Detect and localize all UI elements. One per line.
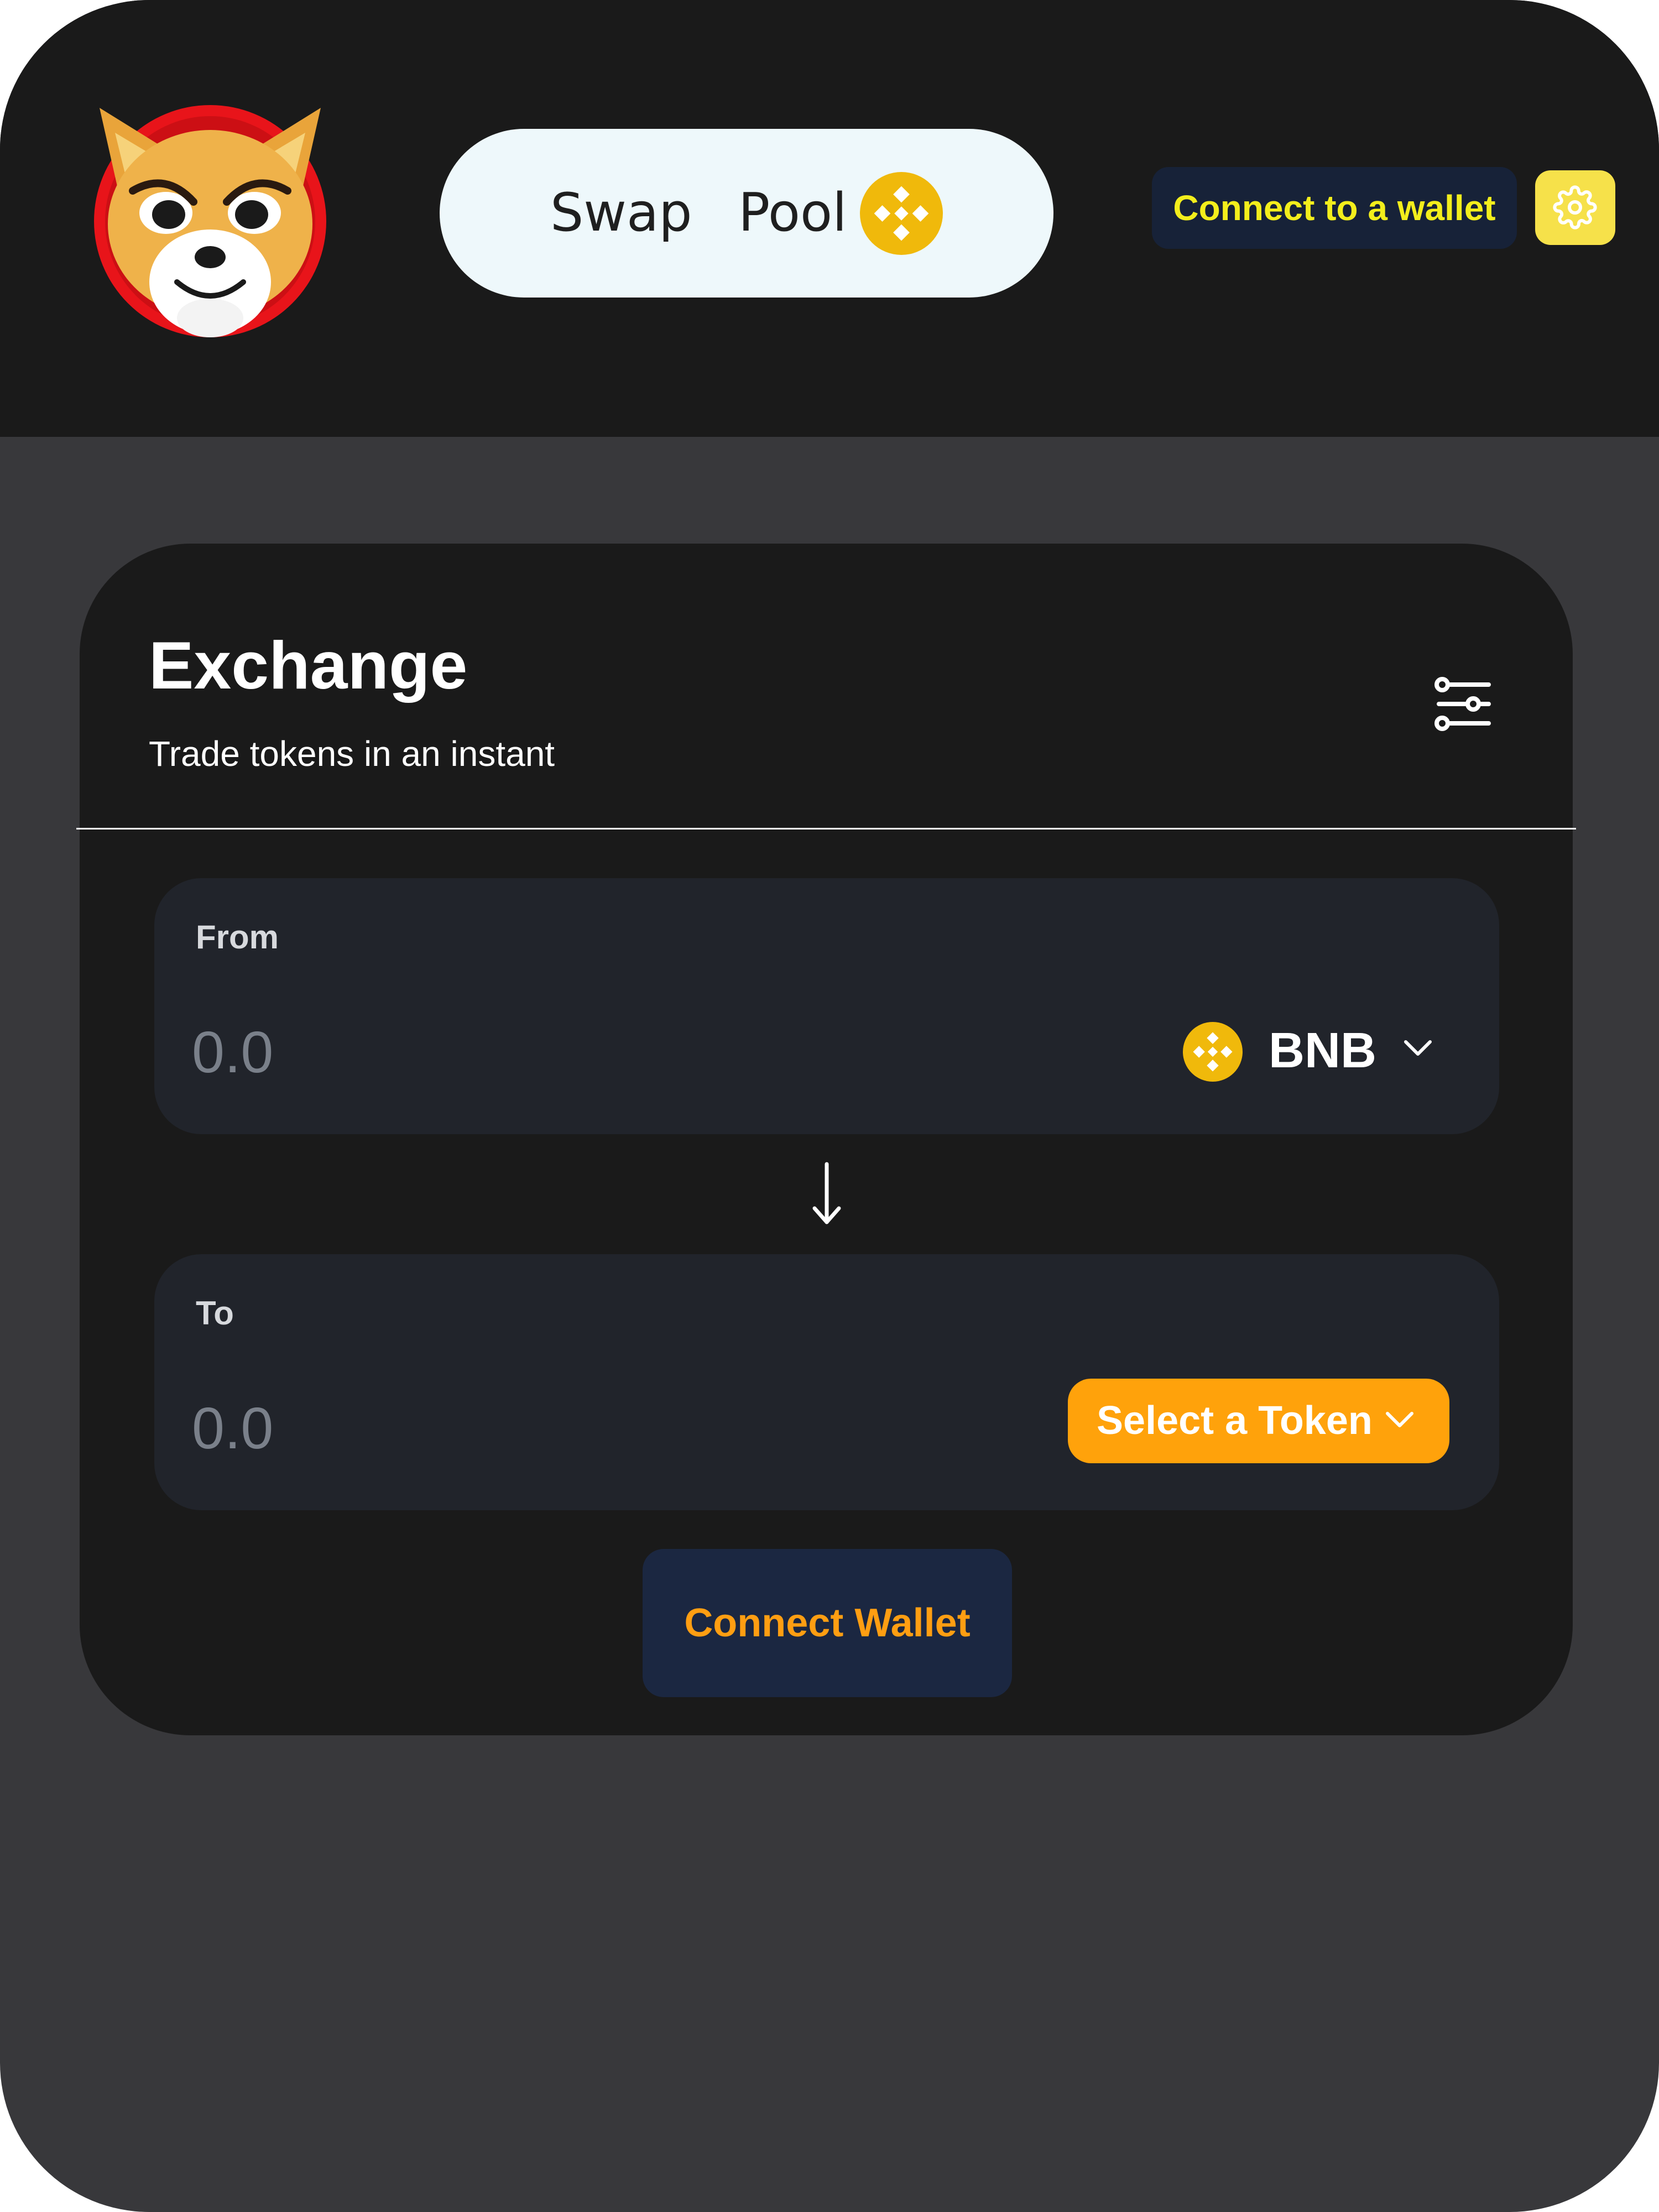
nav-pill: Swap Pool xyxy=(440,129,1053,298)
bnb-icon[interactable] xyxy=(860,172,943,255)
from-panel: From BNB xyxy=(154,878,1499,1134)
exchange-title: Exchange xyxy=(149,628,468,703)
from-label: From xyxy=(196,919,279,956)
gear-icon xyxy=(1553,185,1597,229)
from-token-selector[interactable]: BNB xyxy=(1183,1011,1448,1091)
chevron-down-icon xyxy=(1386,1412,1413,1427)
settings-button[interactable] xyxy=(1535,170,1615,245)
from-amount-input[interactable] xyxy=(192,1019,690,1086)
divider xyxy=(76,828,1576,830)
to-panel: To Select a Token xyxy=(154,1254,1499,1510)
from-token-symbol: BNB xyxy=(1269,1023,1376,1078)
connect-wallet-button[interactable]: Connect Wallet xyxy=(643,1549,1012,1697)
to-amount-input[interactable] xyxy=(192,1395,690,1462)
app-window: Swap Pool Connect to a wallet Exchange T… xyxy=(0,0,1659,2212)
connect-to-wallet-button[interactable]: Connect to a wallet xyxy=(1152,167,1517,249)
top-bar: Swap Pool Connect to a wallet xyxy=(0,0,1659,437)
chevron-down-icon xyxy=(1404,1040,1432,1056)
exchange-card: Exchange Trade tokens in an instant From xyxy=(76,544,1576,1735)
shiba-logo-icon[interactable] xyxy=(88,100,332,343)
nav-pool-link[interactable]: Pool xyxy=(738,129,847,298)
select-token-label: Select a Token xyxy=(1097,1399,1373,1443)
sliders-icon[interactable] xyxy=(1433,676,1494,732)
nav-swap-link[interactable]: Swap xyxy=(550,129,692,298)
to-label: To xyxy=(196,1295,234,1332)
exchange-subtitle: Trade tokens in an instant xyxy=(149,734,555,774)
select-token-button[interactable]: Select a Token xyxy=(1068,1379,1449,1463)
arrow-down-icon[interactable] xyxy=(810,1161,843,1228)
bnb-icon xyxy=(1183,1022,1243,1082)
